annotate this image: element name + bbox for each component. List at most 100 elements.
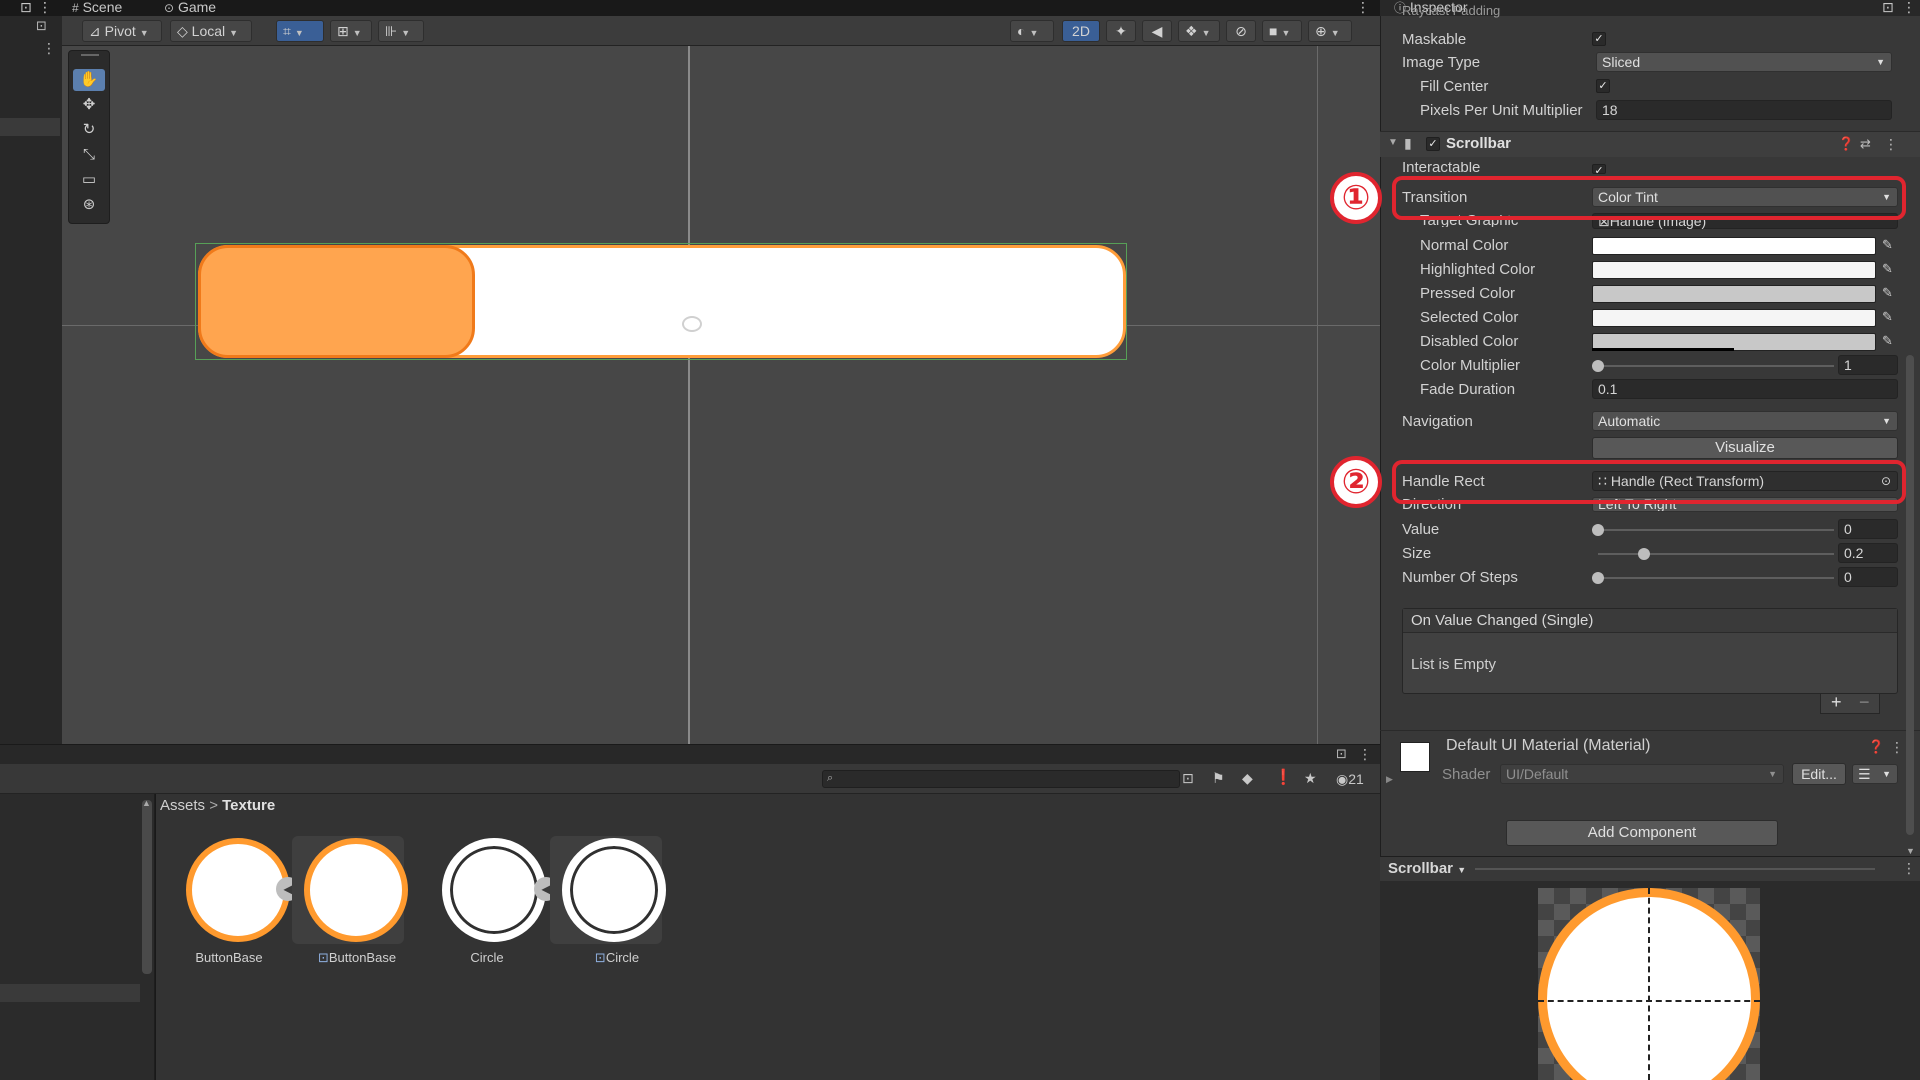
value-slider[interactable]: [1598, 529, 1834, 531]
preview-resize-handle[interactable]: [1475, 868, 1875, 870]
hierarchy-selected-row[interactable]: [0, 118, 60, 136]
color-multiplier-slider[interactable]: [1598, 365, 1834, 367]
local-dropdown[interactable]: ◇ Local ▼: [170, 20, 252, 42]
hidden-objects-toggle[interactable]: ⊘: [1226, 20, 1256, 42]
fill-center-checkbox[interactable]: ✓: [1596, 79, 1610, 93]
scene-more-icon[interactable]: ⋮: [1356, 0, 1370, 16]
add-component-button[interactable]: Add Component: [1506, 820, 1778, 846]
shader-options-dropdown[interactable]: ☰ ▼: [1852, 764, 1898, 784]
hand-tool-icon[interactable]: ✋: [73, 69, 105, 91]
edit-shader-button[interactable]: Edit...: [1792, 763, 1846, 785]
project-menu-icon[interactable]: ⋮: [1358, 746, 1372, 763]
preview-menu-icon[interactable]: ⋮: [1902, 860, 1916, 877]
rotate-tool-icon[interactable]: ↻: [73, 119, 105, 141]
selected-color-swatch[interactable]: [1592, 309, 1876, 327]
palette-grip[interactable]: [81, 54, 99, 56]
color-multiplier-knob[interactable]: [1592, 360, 1604, 372]
presets-icon[interactable]: ⇄: [1860, 136, 1871, 152]
project-search-input[interactable]: ⌕: [822, 770, 1180, 788]
asset-buttonbase-sprite[interactable]: [292, 836, 408, 944]
menu-dots-icon[interactable]: ⋮: [38, 0, 52, 16]
scroll-down-icon[interactable]: ▼: [1906, 846, 1915, 856]
visibility-count[interactable]: ◉21: [1336, 771, 1364, 788]
raycast-padding-label[interactable]: Raycast Padding: [1402, 4, 1500, 18]
eyedropper-icon[interactable]: ✎: [1882, 285, 1893, 301]
add-event-icon[interactable]: +: [1831, 692, 1842, 713]
mode-2d-toggle[interactable]: 2D: [1062, 20, 1100, 42]
lock-icon[interactable]: ⊡: [1336, 746, 1347, 762]
steps-field[interactable]: 0: [1838, 567, 1898, 587]
folder-tree-scrollbar[interactable]: [142, 800, 152, 974]
move-tool-icon[interactable]: ✥: [73, 94, 105, 116]
increment-snap-button[interactable]: ⊪ ▼: [378, 20, 424, 42]
eyedropper-icon[interactable]: ✎: [1882, 237, 1893, 253]
tag-icon[interactable]: ◆: [1242, 770, 1253, 787]
steps-slider[interactable]: [1598, 577, 1834, 579]
value-field[interactable]: 0: [1838, 519, 1898, 539]
rect-tool-icon[interactable]: ▭: [73, 169, 105, 191]
search-by-type-icon[interactable]: ⊡: [1182, 770, 1194, 787]
gizmos-button[interactable]: ⊕ ▼: [1308, 20, 1352, 42]
help-icon[interactable]: ❓: [1838, 136, 1854, 152]
lock-icon[interactable]: ⊡: [20, 0, 32, 16]
shader-dropdown[interactable]: UI/Default ▼: [1500, 764, 1784, 784]
foldout-arrow-icon[interactable]: ▼: [1388, 137, 1398, 148]
navigation-dropdown[interactable]: Automatic ▼: [1592, 411, 1898, 431]
pivot-dropdown[interactable]: ⊿ Pivot ▼: [82, 20, 162, 42]
asset-circle-sprite[interactable]: [550, 836, 666, 944]
effects-button[interactable]: ❖ ▼: [1178, 20, 1220, 42]
inspector-scrollbar[interactable]: [1906, 355, 1914, 835]
ppu-multiplier-field[interactable]: 18: [1596, 100, 1892, 120]
scrollbar-component-header[interactable]: ▼ ▮ ✓ Scrollbar ❓ ⇄ ⋮: [1380, 131, 1920, 157]
visualize-button[interactable]: Visualize: [1592, 437, 1898, 459]
highlighted-color-swatch[interactable]: [1592, 261, 1876, 279]
foldout-arrow-icon[interactable]: ▶: [1386, 774, 1393, 785]
grid-visibility-button[interactable]: ⊞ ▼: [330, 20, 372, 42]
search-scene-icon[interactable]: ⊡: [36, 18, 47, 34]
scrollbar-enabled-checkbox[interactable]: ✓: [1426, 137, 1440, 151]
eyedropper-icon[interactable]: ✎: [1882, 309, 1893, 325]
breadcrumb-texture[interactable]: Texture: [222, 797, 275, 814]
interactable-checkbox[interactable]: ✓: [1592, 164, 1606, 177]
inspector-menu-icon[interactable]: ⋮: [1902, 0, 1916, 16]
preview-title-dropdown[interactable]: Scrollbar ▼: [1388, 860, 1466, 877]
asset-circle[interactable]: [432, 836, 546, 944]
camera-button[interactable]: ■ ▼: [1262, 20, 1302, 42]
scene-view[interactable]: [62, 46, 1380, 744]
folder-tree-selected-row[interactable]: [0, 984, 140, 1002]
color-multiplier-field[interactable]: 1: [1838, 355, 1898, 375]
maskable-checkbox[interactable]: ✓: [1592, 32, 1606, 46]
breadcrumb-assets[interactable]: Assets: [160, 797, 205, 814]
favorite-star-icon[interactable]: ★: [1304, 770, 1317, 787]
component-menu-icon[interactable]: ⋮: [1884, 136, 1898, 153]
hierarchy-menu-icon[interactable]: ⋮: [42, 40, 56, 57]
scroll-up-icon[interactable]: ▲: [142, 798, 151, 808]
search-by-label-icon[interactable]: ⚑: [1212, 770, 1225, 787]
lighting-toggle[interactable]: ✦: [1106, 20, 1136, 42]
eyedropper-icon[interactable]: ✎: [1882, 261, 1893, 277]
fade-duration-field[interactable]: 0.1: [1592, 379, 1898, 399]
eyedropper-icon[interactable]: ✎: [1882, 333, 1893, 349]
warning-icon[interactable]: ❗: [1274, 768, 1293, 786]
scrollbar-handle[interactable]: [198, 245, 475, 358]
material-thumbnail[interactable]: [1400, 742, 1430, 772]
tab-scene[interactable]: # Scene: [72, 0, 122, 16]
size-slider[interactable]: [1598, 553, 1834, 555]
value-knob[interactable]: [1592, 524, 1604, 536]
transform-tool-icon[interactable]: ⊛: [73, 194, 105, 216]
pivot-gizmo[interactable]: [682, 316, 702, 332]
grid-snap-button[interactable]: ⌗ ▼: [276, 20, 324, 42]
pressed-color-swatch[interactable]: [1592, 285, 1876, 303]
draw-mode-button[interactable]: ◐ ▼: [1010, 20, 1054, 42]
normal-color-swatch[interactable]: [1592, 237, 1876, 255]
size-knob[interactable]: [1638, 548, 1650, 560]
steps-knob[interactable]: [1592, 572, 1604, 584]
image-type-dropdown[interactable]: Sliced ▼: [1596, 52, 1892, 72]
audio-toggle[interactable]: ◀: [1142, 20, 1172, 42]
help-icon[interactable]: ❓: [1868, 739, 1884, 755]
component-menu-icon[interactable]: ⋮: [1890, 739, 1904, 756]
project-folder-tree[interactable]: [0, 794, 155, 1080]
size-field[interactable]: 0.2: [1838, 543, 1898, 563]
tab-game[interactable]: ⊙ Game: [164, 0, 216, 16]
remove-event-icon[interactable]: −: [1859, 692, 1870, 713]
